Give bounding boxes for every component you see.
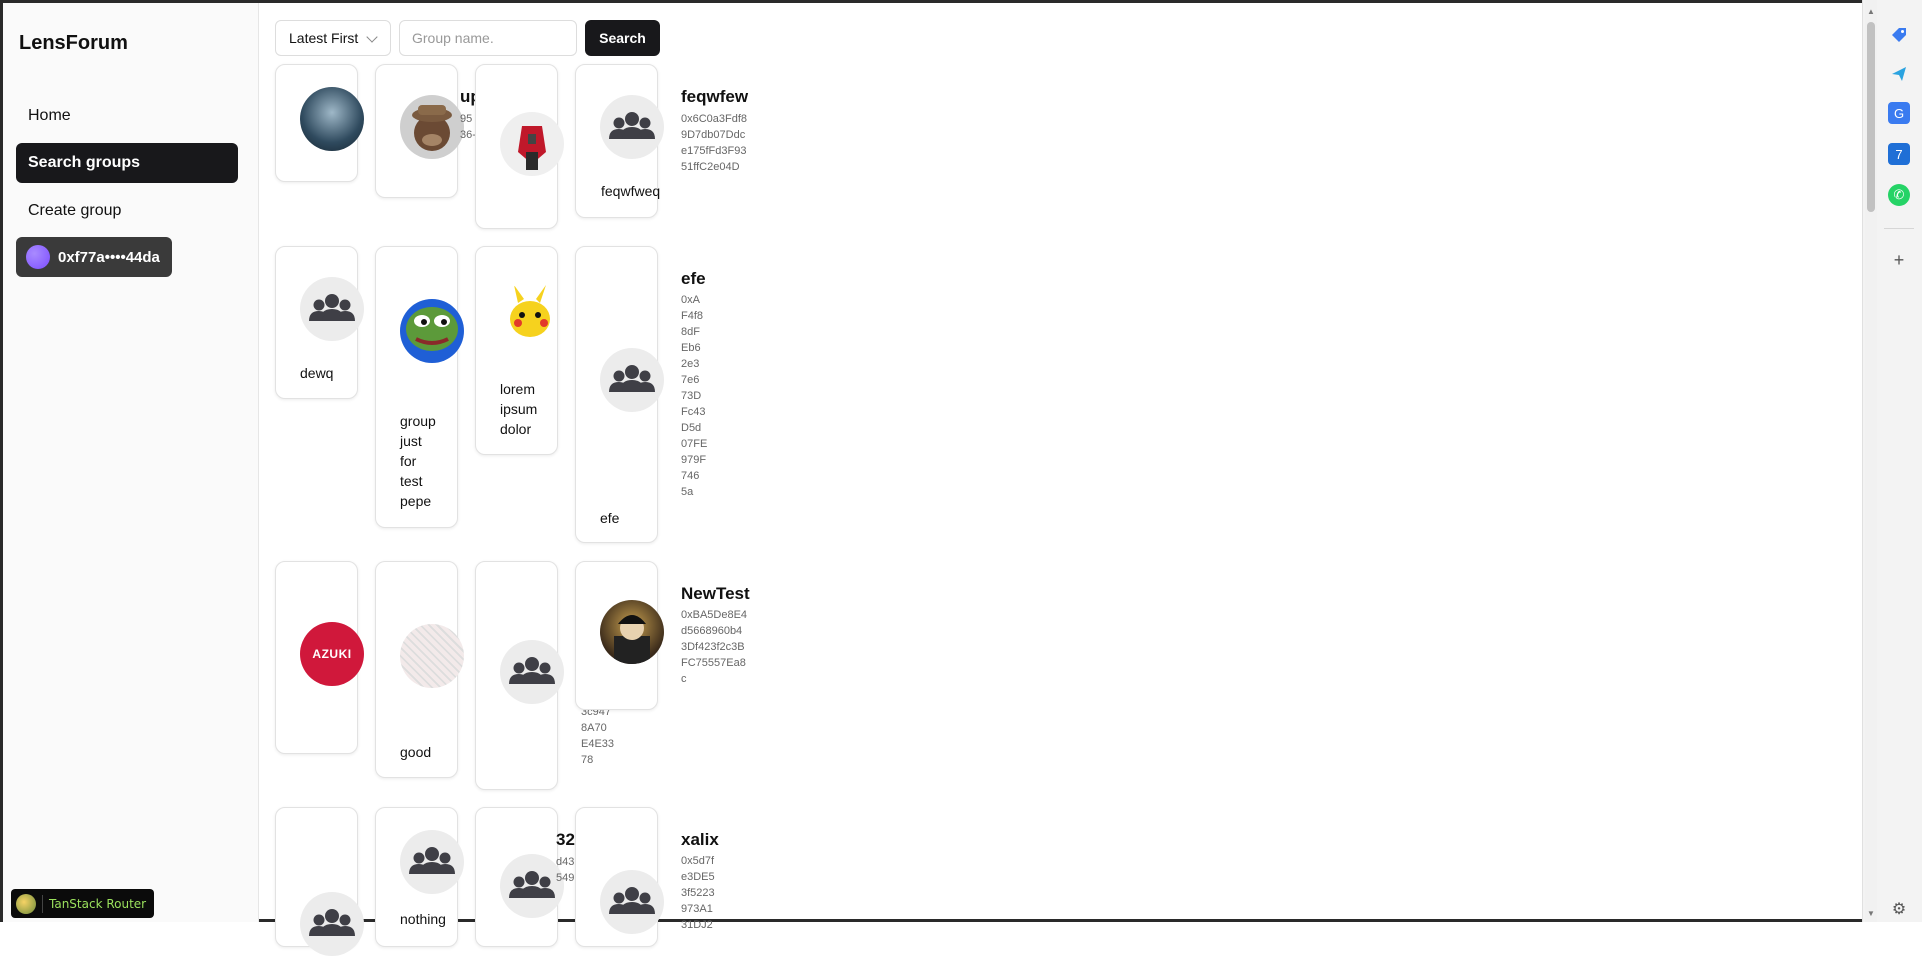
group-address: 0x5d7f e3DE5 3f5223 973A1 31DJ2 bbox=[681, 855, 715, 931]
calendar-icon[interactable]: 7 bbox=[1888, 143, 1910, 165]
wallet-avatar bbox=[26, 245, 50, 269]
plus-icon[interactable]: + bbox=[1888, 249, 1910, 271]
group-card[interactable] bbox=[475, 64, 564, 229]
group-card[interactable] bbox=[275, 64, 364, 182]
group-card[interactable]: 32 d43 549 bbox=[475, 807, 575, 947]
chevron-down-icon bbox=[366, 31, 378, 43]
group-card[interactable]: xalix 0x5d7f e3DE5 3f5223 973A1 31DJ2 bbox=[575, 807, 719, 947]
group-address: d43 549 bbox=[556, 856, 575, 884]
group-icon bbox=[300, 277, 364, 341]
group-address: 3c947 8A70 E4E33 78 bbox=[581, 706, 615, 766]
nav-home[interactable]: Home bbox=[16, 96, 238, 136]
tanstack-logo-icon bbox=[16, 893, 36, 914]
group-avatar bbox=[600, 600, 664, 664]
group-card[interactable]: 3c947 8A70 E4E33 78 bbox=[475, 561, 614, 790]
pikachu-avatar-image bbox=[510, 285, 550, 337]
group-icon bbox=[600, 870, 664, 934]
group-address: 0xA F4f8 8dF Eb6 2e3 7e6 73D Fc43 D5d 07… bbox=[681, 294, 708, 498]
group-title: efe bbox=[681, 269, 706, 288]
nav-search-groups[interactable]: Search groups bbox=[16, 143, 238, 183]
devtools-label: TanStack Router bbox=[49, 896, 147, 911]
ape-avatar-image bbox=[412, 105, 452, 151]
nav-create-group[interactable]: Create group bbox=[16, 191, 238, 231]
divider bbox=[42, 894, 43, 913]
tag-icon[interactable] bbox=[1888, 24, 1910, 46]
group-name: feqwfweq bbox=[601, 183, 661, 199]
group-name: group just for test pepe bbox=[400, 413, 436, 509]
translate-icon[interactable]: G bbox=[1888, 102, 1910, 124]
group-address: 95 36- bbox=[460, 113, 476, 141]
group-icon bbox=[300, 892, 364, 956]
group-avatar bbox=[400, 95, 464, 159]
group-name: lorem ipsum dolor bbox=[500, 381, 538, 437]
group-avatar bbox=[400, 624, 464, 688]
group-card[interactable]: NewTest 0xBA5De8E4 d5668960b4 3Df423f2c3… bbox=[575, 561, 750, 710]
group-card[interactable]: AZUKI bbox=[275, 561, 364, 754]
group-avatar bbox=[400, 299, 464, 363]
group-avatar bbox=[500, 112, 564, 176]
group-name: nothing bbox=[400, 911, 446, 927]
tanstack-devtools-button[interactable]: TanStack Router bbox=[11, 889, 155, 918]
group-title: feqwfew bbox=[681, 87, 749, 106]
group-name: dewq bbox=[300, 365, 334, 381]
group-card[interactable]: up 95 36- bbox=[375, 64, 481, 198]
group-icon bbox=[600, 95, 664, 159]
group-icon bbox=[500, 640, 564, 704]
azuki-avatar: AZUKI bbox=[300, 622, 364, 686]
group-card[interactable]: feqwfweq feqwfew 0x6C0a3Fdf8 9D7db07Ddc … bbox=[575, 64, 748, 218]
group-card[interactable] bbox=[275, 807, 364, 956]
sort-select[interactable]: Latest First bbox=[275, 20, 391, 56]
send-icon[interactable] bbox=[1888, 63, 1910, 85]
whatsapp-icon[interactable]: ✆ bbox=[1888, 184, 1910, 206]
group-card[interactable]: lorem ipsum dolor bbox=[475, 246, 558, 455]
group-card[interactable]: efe efe 0xA F4f8 8dF Eb6 2e3 7e6 73D Fc4… bbox=[575, 246, 707, 543]
scroll-up-arrow-icon[interactable]: ▲ bbox=[1867, 8, 1875, 16]
pepe-avatar-image bbox=[406, 307, 458, 351]
scrollbar-thumb[interactable] bbox=[1867, 22, 1875, 212]
group-card[interactable]: nothing bbox=[375, 807, 464, 947]
azuki-logo-text: AZUKI bbox=[312, 647, 352, 661]
wallet-button[interactable]: 0xf77a••••44da bbox=[16, 237, 172, 277]
group-icon bbox=[400, 830, 464, 894]
group-title: NewTest bbox=[681, 584, 750, 603]
sidebar: LensForum bbox=[3, 3, 259, 922]
group-search-input[interactable] bbox=[399, 20, 577, 56]
group-card[interactable]: dewq bbox=[275, 246, 364, 399]
wallet-address: 0xf77a••••44da bbox=[58, 248, 160, 266]
gear-icon[interactable]: ⚙ bbox=[1888, 898, 1910, 920]
character-avatar-image bbox=[614, 615, 650, 664]
brand-logo[interactable]: LensForum bbox=[19, 32, 128, 55]
group-avatar bbox=[300, 87, 364, 151]
group-address: 0x6C0a3Fdf8 9D7db07Ddc e175fFd3F93 51ffC… bbox=[681, 113, 748, 173]
group-name: efe bbox=[600, 510, 620, 526]
search-button[interactable]: Search bbox=[585, 20, 660, 56]
group-name: good bbox=[400, 744, 432, 760]
scroll-down-arrow-icon[interactable]: ▼ bbox=[1867, 910, 1875, 918]
group-card[interactable]: good bbox=[375, 561, 464, 778]
group-title: xalix bbox=[681, 830, 719, 849]
group-address: 0xBA5De8E4 d5668960b4 3Df423f2c3B FC7555… bbox=[681, 609, 748, 685]
group-icon bbox=[600, 348, 664, 412]
group-avatar bbox=[500, 281, 564, 345]
motorbike-avatar-image bbox=[518, 126, 546, 170]
group-card[interactable]: group just for test pepe bbox=[375, 246, 464, 528]
group-icon bbox=[500, 854, 564, 918]
group-title: 32 bbox=[556, 830, 575, 849]
divider bbox=[1884, 228, 1914, 229]
sort-value: Latest First bbox=[289, 30, 359, 46]
